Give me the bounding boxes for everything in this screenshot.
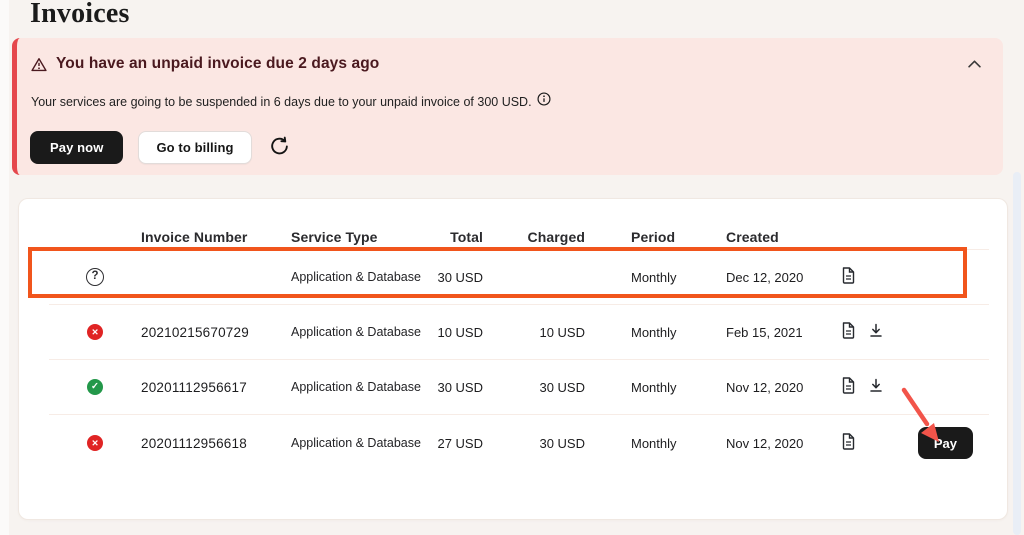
view-invoice-button[interactable] (841, 433, 856, 453)
view-invoice-button[interactable] (841, 267, 856, 287)
created-cell: Nov 12, 2020 (701, 436, 816, 451)
service-type-cell: Application & Database (291, 325, 436, 339)
invoice-number-cell: 20210215670729 (141, 325, 291, 340)
created-cell: Feb 15, 2021 (701, 325, 816, 340)
view-invoice-button[interactable] (841, 377, 856, 397)
table-row: ✕ 20210215670729 Application & Database … (49, 304, 989, 359)
invoice-number-cell: 20201112956618 (141, 436, 291, 451)
charged-cell: 10 USD (483, 325, 585, 340)
column-header-invoice-number: Invoice Number (141, 229, 291, 245)
table-row-highlighted: ✕ 20201112956618 Application & Database … (49, 414, 989, 471)
status-failed-icon: ✕ (87, 435, 103, 451)
column-header-created: Created (701, 229, 816, 245)
charged-cell: 30 USD (483, 436, 585, 451)
alert-actions: Pay now Go to billing (30, 131, 292, 164)
page-title: Invoices (30, 0, 130, 30)
download-icon (869, 323, 883, 341)
status-failed-icon: ✕ (87, 324, 103, 340)
status-unknown-icon: ? (86, 268, 104, 286)
total-cell: 30 USD (436, 380, 483, 395)
table-row: ? Application & Database 30 USD Monthly … (49, 249, 989, 304)
column-header-total: Total (436, 229, 483, 245)
invoice-document-icon (841, 267, 856, 287)
service-type-cell: Application & Database (291, 436, 436, 450)
alert-header: You have an unpaid invoice due 2 days ag… (31, 55, 379, 73)
refresh-button[interactable] (267, 134, 292, 162)
period-cell: Monthly (585, 380, 701, 395)
total-cell: 27 USD (436, 436, 483, 451)
download-icon (869, 378, 883, 396)
refresh-icon (269, 136, 290, 160)
charged-cell: 30 USD (483, 380, 585, 395)
invoice-number-cell: 20201112956617 (141, 380, 291, 395)
created-cell: Nov 12, 2020 (701, 380, 816, 395)
chevron-up-icon (968, 56, 981, 71)
alert-message: Your services are going to be suspended … (31, 95, 532, 109)
info-tooltip-button[interactable] (537, 92, 551, 109)
invoices-table-card: Invoice Number Service Type Total Charge… (18, 198, 1008, 520)
download-invoice-button[interactable] (869, 378, 883, 396)
scrollbar[interactable] (1013, 172, 1021, 535)
go-to-billing-button[interactable]: Go to billing (138, 131, 251, 164)
invoice-document-icon (841, 377, 856, 397)
period-cell: Monthly (585, 325, 701, 340)
row-pay-button[interactable]: Pay (918, 427, 973, 459)
column-header-period: Period (585, 229, 701, 245)
table-header-row: Invoice Number Service Type Total Charge… (49, 199, 989, 249)
created-cell: Dec 12, 2020 (701, 270, 816, 285)
invoice-document-icon (841, 433, 856, 453)
alert-collapse-button[interactable] (961, 52, 987, 74)
table-row: ✓ 20201112956617 Application & Database … (49, 359, 989, 414)
total-cell: 10 USD (436, 325, 483, 340)
view-invoice-button[interactable] (841, 322, 856, 342)
alert-title: You have an unpaid invoice due 2 days ag… (56, 55, 379, 73)
alert-body: Your services are going to be suspended … (31, 94, 551, 109)
total-cell: 30 USD (436, 270, 483, 285)
period-cell: Monthly (585, 270, 701, 285)
period-cell: Monthly (585, 436, 701, 451)
page-left-edge (0, 0, 9, 535)
pay-now-button[interactable]: Pay now (30, 131, 123, 164)
service-type-cell: Application & Database (291, 270, 436, 284)
unpaid-invoice-alert: You have an unpaid invoice due 2 days ag… (12, 38, 1003, 175)
download-invoice-button[interactable] (869, 323, 883, 341)
column-header-service-type: Service Type (291, 229, 436, 245)
column-header-charged: Charged (483, 229, 585, 245)
info-icon (537, 92, 551, 109)
status-paid-icon: ✓ (87, 379, 103, 395)
warning-icon (31, 57, 47, 72)
invoice-document-icon (841, 322, 856, 342)
service-type-cell: Application & Database (291, 380, 436, 394)
